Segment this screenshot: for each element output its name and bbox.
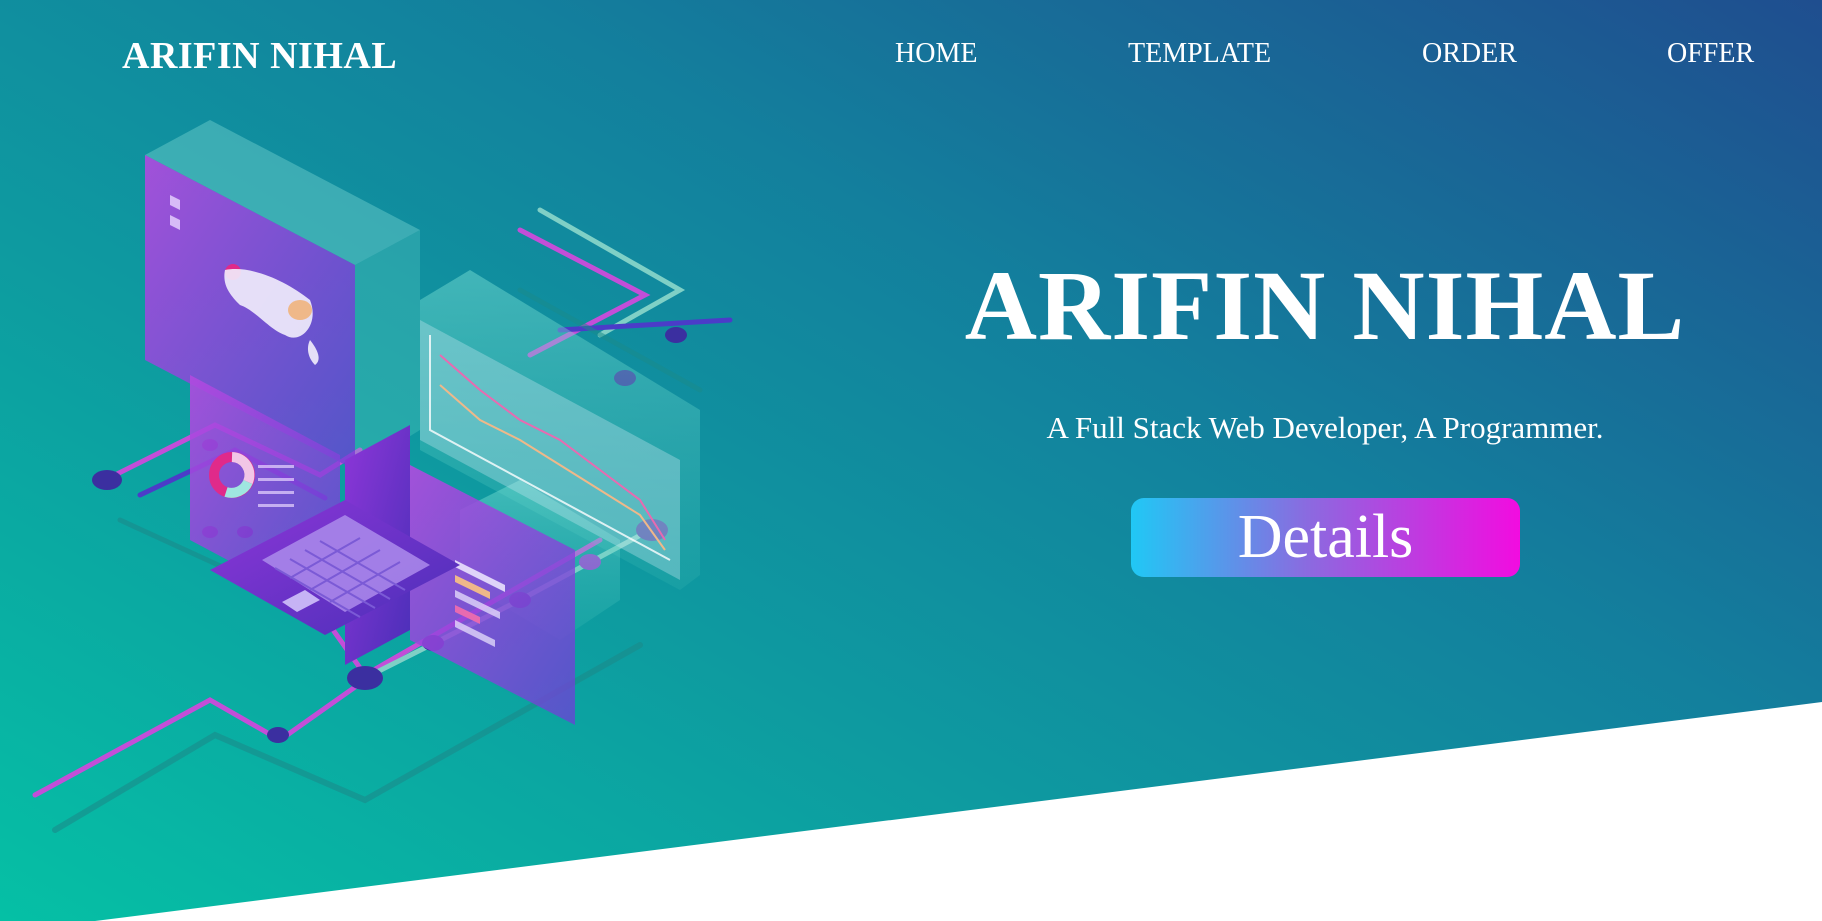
hero-title: ARIFIN NIHAL xyxy=(964,250,1686,361)
nav-order[interactable]: ORDER xyxy=(1422,38,1517,70)
isometric-dashboard-illustration xyxy=(32,120,733,833)
hero-subtitle: A Full Stack Web Developer, A Programmer… xyxy=(1046,410,1604,445)
main-nav: HOME TEMPLATE ORDER OFFER xyxy=(0,38,1822,78)
details-button[interactable]: Details xyxy=(1131,498,1520,577)
nav-template[interactable]: TEMPLATE xyxy=(1128,38,1271,70)
nav-offer[interactable]: OFFER xyxy=(1667,38,1754,70)
nav-home[interactable]: HOME xyxy=(895,38,977,70)
